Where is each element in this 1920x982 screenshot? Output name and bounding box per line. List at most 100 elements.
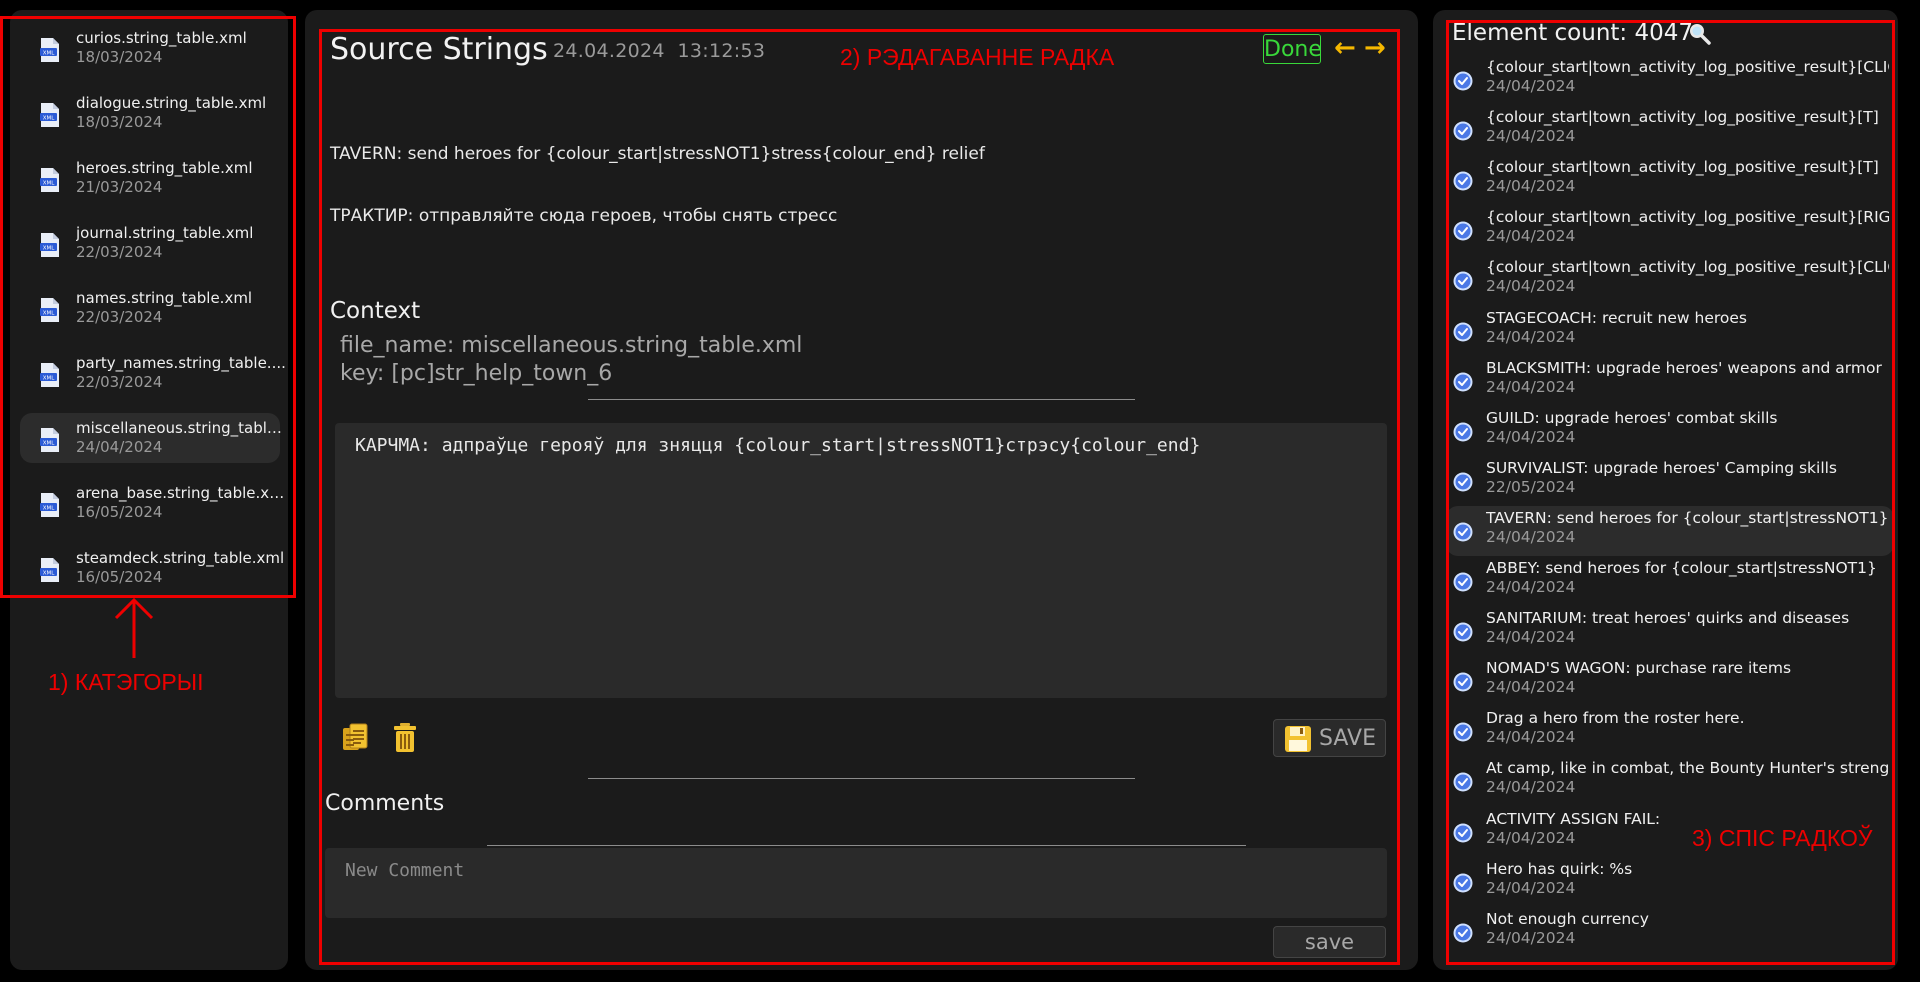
list-item-text: Not enough currency [1486, 909, 1649, 928]
xml-file-icon: XML [40, 298, 59, 322]
file-name: curios.string_table.xml [76, 29, 247, 47]
list-item-date: 24/04/2024 [1486, 678, 1576, 697]
comment-save-button[interactable]: save [1273, 926, 1386, 958]
list-item-date: 24/04/2024 [1486, 778, 1576, 797]
check-circle-icon [1453, 422, 1473, 442]
list-item-date: 24/04/2024 [1486, 527, 1576, 546]
list-item[interactable]: STAGECOACH: recruit new heroes 24/04/2024 [1446, 306, 1894, 356]
list-item[interactable]: NOMAD'S WAGON: purchase rare items 24/04/… [1446, 656, 1894, 706]
search-icon[interactable] [1688, 22, 1712, 46]
svg-text:XML: XML [43, 116, 56, 122]
list-item-text: GUILD: upgrade heroes' combat skills [1486, 408, 1778, 427]
file-item[interactable]: XML arena_base.string_table.xml 16/05/2024 [20, 478, 286, 528]
xml-file-icon: XML [40, 558, 59, 582]
list-item[interactable]: Drag a hero from the roster here. 24/04/2… [1446, 706, 1894, 756]
check-circle-icon [1453, 772, 1473, 792]
file-name: steamdeck.string_table.xml [76, 549, 285, 567]
list-item-text: SURVIVALIST: upgrade heroes' Camping ski… [1486, 458, 1838, 477]
list-item-text: SANITARIUM: treat heroes' quirks and dis… [1486, 609, 1850, 628]
list-item[interactable]: {colour_start|town_activity_log_positive… [1446, 55, 1894, 105]
done-button[interactable]: Done [1263, 34, 1322, 64]
annotation-row-editing: 2) РЭДАГАВАННЕ РАДКА [840, 44, 1115, 70]
svg-text:XML: XML [43, 376, 56, 382]
list-item[interactable]: GUILD: upgrade heroes' combat skills 24/0… [1446, 406, 1894, 456]
list-item[interactable]: At camp, like in combat, the Bounty Hunt… [1446, 756, 1894, 806]
list-item-date: 22/05/2024 [1486, 477, 1576, 496]
context-file-name: file_name: miscellaneous.string_table.xm… [340, 333, 803, 358]
check-circle-icon [1453, 322, 1473, 341]
timestamp: 24.04.2024 13:12:53 [553, 40, 765, 62]
list-item[interactable]: ABBEY: send heroes for {colour_start|str… [1446, 556, 1894, 606]
check-circle-icon [1453, 221, 1473, 241]
list-item-text: ACTIVITY ASSIGN FAIL: [1486, 809, 1661, 828]
xml-file-icon: XML [40, 233, 59, 257]
check-circle-icon [1453, 71, 1473, 91]
annotation-categories: 1) КАТЭГОРЫІ [48, 669, 204, 695]
context-key: key: [pc]str_help_town_6 [340, 361, 613, 386]
file-name: dialogue.string_table.xml [76, 94, 267, 112]
xml-file-icon: XML [40, 428, 59, 452]
list-item[interactable]: SANITARIUM: treat heroes' quirks and dis… [1446, 606, 1894, 656]
translation-editor[interactable]: КАРЧМА: адпраўце герояў для зняцця {colo… [335, 423, 1387, 698]
save-button[interactable]: SAVE [1273, 719, 1386, 757]
trash-icon[interactable] [390, 722, 420, 754]
divider [588, 778, 1135, 779]
divider [487, 845, 1246, 846]
file-name: journal.string_table.xml [76, 224, 254, 242]
check-circle-icon [1453, 823, 1473, 842]
file-item[interactable]: XML party_names.string_table.... 22/03/202… [20, 348, 286, 398]
list-item[interactable]: {colour_start|town_activity_log_positive… [1446, 205, 1894, 255]
check-circle-icon [1453, 472, 1473, 492]
svg-text:XML: XML [43, 441, 56, 447]
file-date: 22/03/2024 [76, 308, 163, 326]
list-item[interactable]: BLACKSMITH: upgrade heroes' weapons and … [1446, 356, 1894, 406]
list-item[interactable]: {colour_start|town_activity_log_positive… [1446, 155, 1894, 205]
file-item[interactable]: XML journal.string_table.xml 22/03/2024 [20, 218, 280, 268]
file-date: 18/03/2024 [76, 113, 163, 131]
xml-file-icon: XML [40, 363, 59, 387]
file-date: 16/05/2024 [76, 568, 163, 586]
svg-text:XML: XML [43, 311, 56, 317]
file-item[interactable]: XML steamdeck.string_table.xml 16/05/2024 [20, 543, 284, 593]
file-item[interactable]: XML miscellaneous.string_table... 24/04/20… [20, 413, 286, 463]
list-item[interactable]: TAVERN: send heroes for {colour_start|st… [1446, 505, 1894, 556]
list-item[interactable]: Hero has quirk: %s 24/04/2024 [1446, 857, 1894, 907]
annotation-arrow-up [114, 597, 154, 658]
check-circle-icon [1453, 873, 1473, 893]
svg-text:XML: XML [43, 51, 56, 57]
arrow-left-icon[interactable]: ← [1334, 33, 1356, 63]
list-item-date: 24/04/2024 [1486, 427, 1576, 446]
check-circle-icon [1453, 923, 1473, 943]
list-item[interactable]: {colour_start|town_activity_log_positive… [1446, 105, 1894, 155]
file-item[interactable]: XML curios.string_table.xml 18/03/2024 [20, 23, 280, 73]
list-item-date: 24/04/2024 [1486, 728, 1576, 747]
list-item-text: NOMAD'S WAGON: purchase rare items [1486, 659, 1792, 678]
list-item-text: ABBEY: send heroes for {colour_start|str… [1486, 559, 1877, 577]
list-item-date: 24/04/2024 [1486, 277, 1576, 296]
check-circle-icon [1453, 372, 1473, 392]
svg-text:XML: XML [43, 571, 56, 577]
list-item-date: 24/04/2024 [1486, 578, 1576, 596]
arrow-right-icon[interactable]: → [1364, 33, 1386, 63]
new-comment-input[interactable] [325, 848, 1387, 918]
file-date: 22/03/2024 [76, 373, 163, 391]
file-date: 24/04/2024 [76, 438, 163, 456]
file-item[interactable]: XML names.string_table.xml 22/03/2024 [20, 283, 280, 333]
list-item-date: 24/04/2024 [1486, 377, 1576, 396]
list-item-text: Drag a hero from the roster here. [1486, 709, 1745, 728]
list-item-text: Hero has quirk: %s [1486, 859, 1633, 878]
copy-icon[interactable] [340, 722, 370, 754]
check-circle-icon [1453, 271, 1473, 291]
floppy-disk-icon [1285, 726, 1311, 752]
list-item[interactable]: {colour_start|town_activity_log_positive… [1446, 255, 1894, 305]
annotation-row-list: 3) СПІС РАДКОЎ [1692, 825, 1873, 851]
file-item[interactable]: XML dialogue.string_table.xml 18/03/2024 [20, 88, 280, 138]
timestamp-date: 24.04.2024 [553, 40, 665, 62]
xml-file-icon: XML [40, 168, 59, 192]
check-circle-icon [1453, 171, 1473, 191]
check-circle-icon [1453, 572, 1473, 592]
list-item[interactable]: Not enough currency 24/04/2024 [1446, 907, 1894, 957]
list-item[interactable]: SURVIVALIST: upgrade heroes' Camping ski… [1446, 456, 1894, 506]
element-count: Element count: 4047 [1452, 20, 1694, 46]
file-item[interactable]: XML heroes.string_table.xml 21/03/2024 [20, 153, 280, 203]
